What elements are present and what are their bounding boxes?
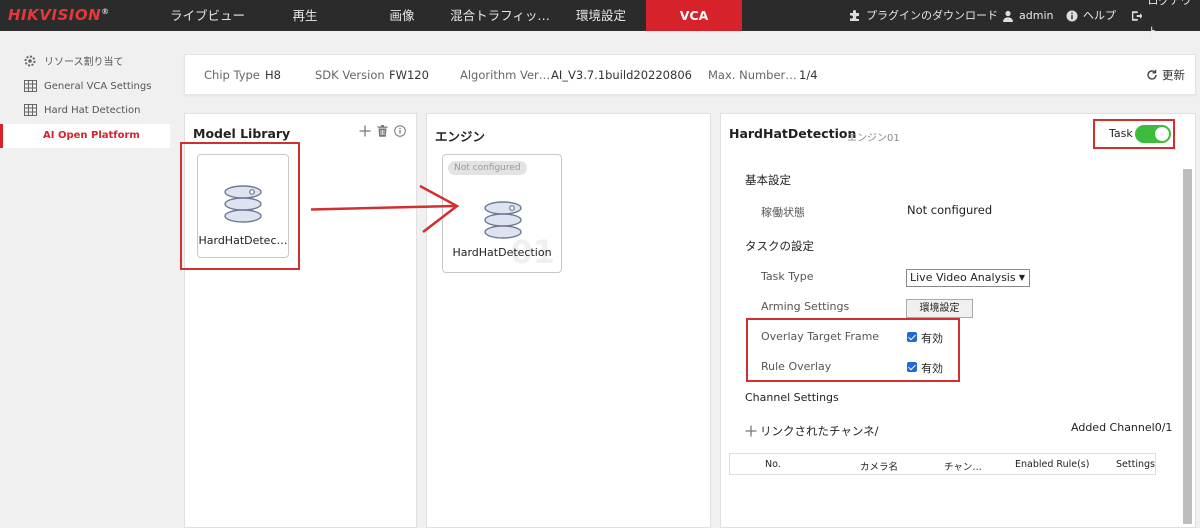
device-info-bar: Chip Type H8 SDK Version FW120 Algorithm… [184,54,1196,95]
arming-settings-label: Arming Settings [761,300,850,313]
col-no: No. [765,459,781,470]
added-channel-count: Added Channel0/1 [1071,421,1173,434]
top-nav: HIKVISION® ライブビュー 再生 画像 混合トラフィッ… 環境設定 VC… [0,0,1200,38]
refresh-label: 更新 [1162,68,1185,82]
annotation-box-model [180,142,300,270]
sidebar-item-general-vca[interactable]: General VCA Settings [22,79,151,93]
task-type-label: Task Type [761,270,814,283]
username-label: admin [1019,9,1054,22]
status-label: 稼働状態 [761,206,805,219]
grid-icon [22,79,38,93]
detail-title: HardHatDetection [729,126,857,141]
col-enabled-rules: Enabled Rule(s) [1015,459,1090,470]
scrollbar[interactable] [1183,169,1192,524]
logout-link[interactable]: ログアウト [1131,0,1200,38]
trash-icon[interactable] [377,125,388,137]
help-link[interactable]: ヘルプ [1066,0,1116,31]
sidebar-item-resource-allocation[interactable]: リソース割り当て [22,53,124,68]
sidebar-item-label: Hard Hat Detection [44,104,141,116]
plugin-download-label: プラグインのダウンロード [866,9,998,22]
max-number-label: Max. Number… [708,68,797,82]
puzzle-icon [850,10,859,21]
help-label: ヘルプ [1083,9,1116,22]
col-settings: Settings [1116,459,1155,470]
col-camera-name: カメラ名 [860,462,899,473]
not-configured-badge: Not configured [448,161,527,175]
model-library-title: Model Library [193,126,291,141]
engine-card-label: HardHatDetection [452,246,552,259]
nav-mixed-traffic[interactable]: 混合トラフィッ… [445,0,555,31]
sdk-version-label: SDK Version [315,68,385,82]
channel-table-header: No. カメラ名 チャン… Enabled Rule(s) Settings [729,453,1156,475]
algorithm-version-label: Algorithm Ver… [460,68,551,82]
nav-configuration[interactable]: 環境設定 [560,0,642,31]
sidebar: リソース割り当て General VCA Settings Hard Hat D… [0,31,170,528]
add-icon [745,425,757,437]
user-menu[interactable]: admin [1002,0,1053,31]
nav-live-view[interactable]: ライブビュー [160,0,255,31]
logout-icon [1131,10,1143,21]
nav-vca[interactable]: VCA [646,0,742,31]
sidebar-item-label: リソース割り当て [44,57,124,68]
model-library-toolbar [359,125,406,137]
task-type-value: Live Video Analysis [910,271,1016,284]
annotation-arrow [310,184,460,233]
detail-panel: HardHatDetection エンジン01 Task 基本設定 稼働状態 N… [720,113,1196,528]
plugin-download-link[interactable]: プラグインのダウンロード [848,0,998,31]
max-number-value: 1/4 [799,68,818,82]
user-icon [1003,10,1013,22]
sidebar-item-hard-hat[interactable]: Hard Hat Detection [22,103,140,117]
hikvision-logo: HIKVISION® [8,6,110,24]
engine-title: エンジン [435,129,486,144]
detail-subtitle: エンジン01 [847,133,900,144]
channel-settings-heading: Channel Settings [745,391,839,404]
sidebar-item-label: General VCA Settings [44,80,152,92]
basic-settings-heading: 基本設定 [745,173,791,187]
chip-type-label: Chip Type [204,68,260,82]
nav-picture[interactable]: 画像 [362,0,442,31]
engine-panel: エンジン Not configured 01 HardHatDetection [426,113,711,528]
link-channel-button[interactable]: リンクされたチャンネ/ [745,423,879,439]
logout-label: ログアウト [1147,0,1192,38]
database-icon [484,201,522,239]
algorithm-version-value: AI_V3.7.1build20220806 [551,68,692,82]
task-settings-heading: タスクの設定 [745,239,814,253]
chip-type-value: H8 [265,68,281,82]
link-channel-label: リンクされたチャンネ/ [760,424,879,438]
annotation-box-overlay [746,318,960,382]
nav-playback[interactable]: 再生 [265,0,345,31]
grid-icon [22,103,38,117]
gear-icon [22,54,38,68]
sidebar-item-ai-open-platform[interactable]: AI Open Platform [0,124,170,148]
model-library-panel: Model Library HardHatDetec… [180,113,417,528]
info-icon[interactable] [394,125,406,137]
task-type-select[interactable]: Live Video Analysis ▼ [906,269,1030,287]
refresh-button[interactable]: 更新 [1146,67,1185,83]
arming-settings-button[interactable]: 環境設定 [906,299,973,318]
info-icon [1066,10,1078,21]
chevron-down-icon: ▼ [1018,273,1025,282]
add-icon[interactable] [359,125,371,137]
sdk-version-value: FW120 [389,68,429,82]
status-value: Not configured [907,203,993,217]
annotation-box-task [1093,119,1175,149]
refresh-icon [1147,69,1157,80]
col-channel: チャン… [944,462,982,473]
